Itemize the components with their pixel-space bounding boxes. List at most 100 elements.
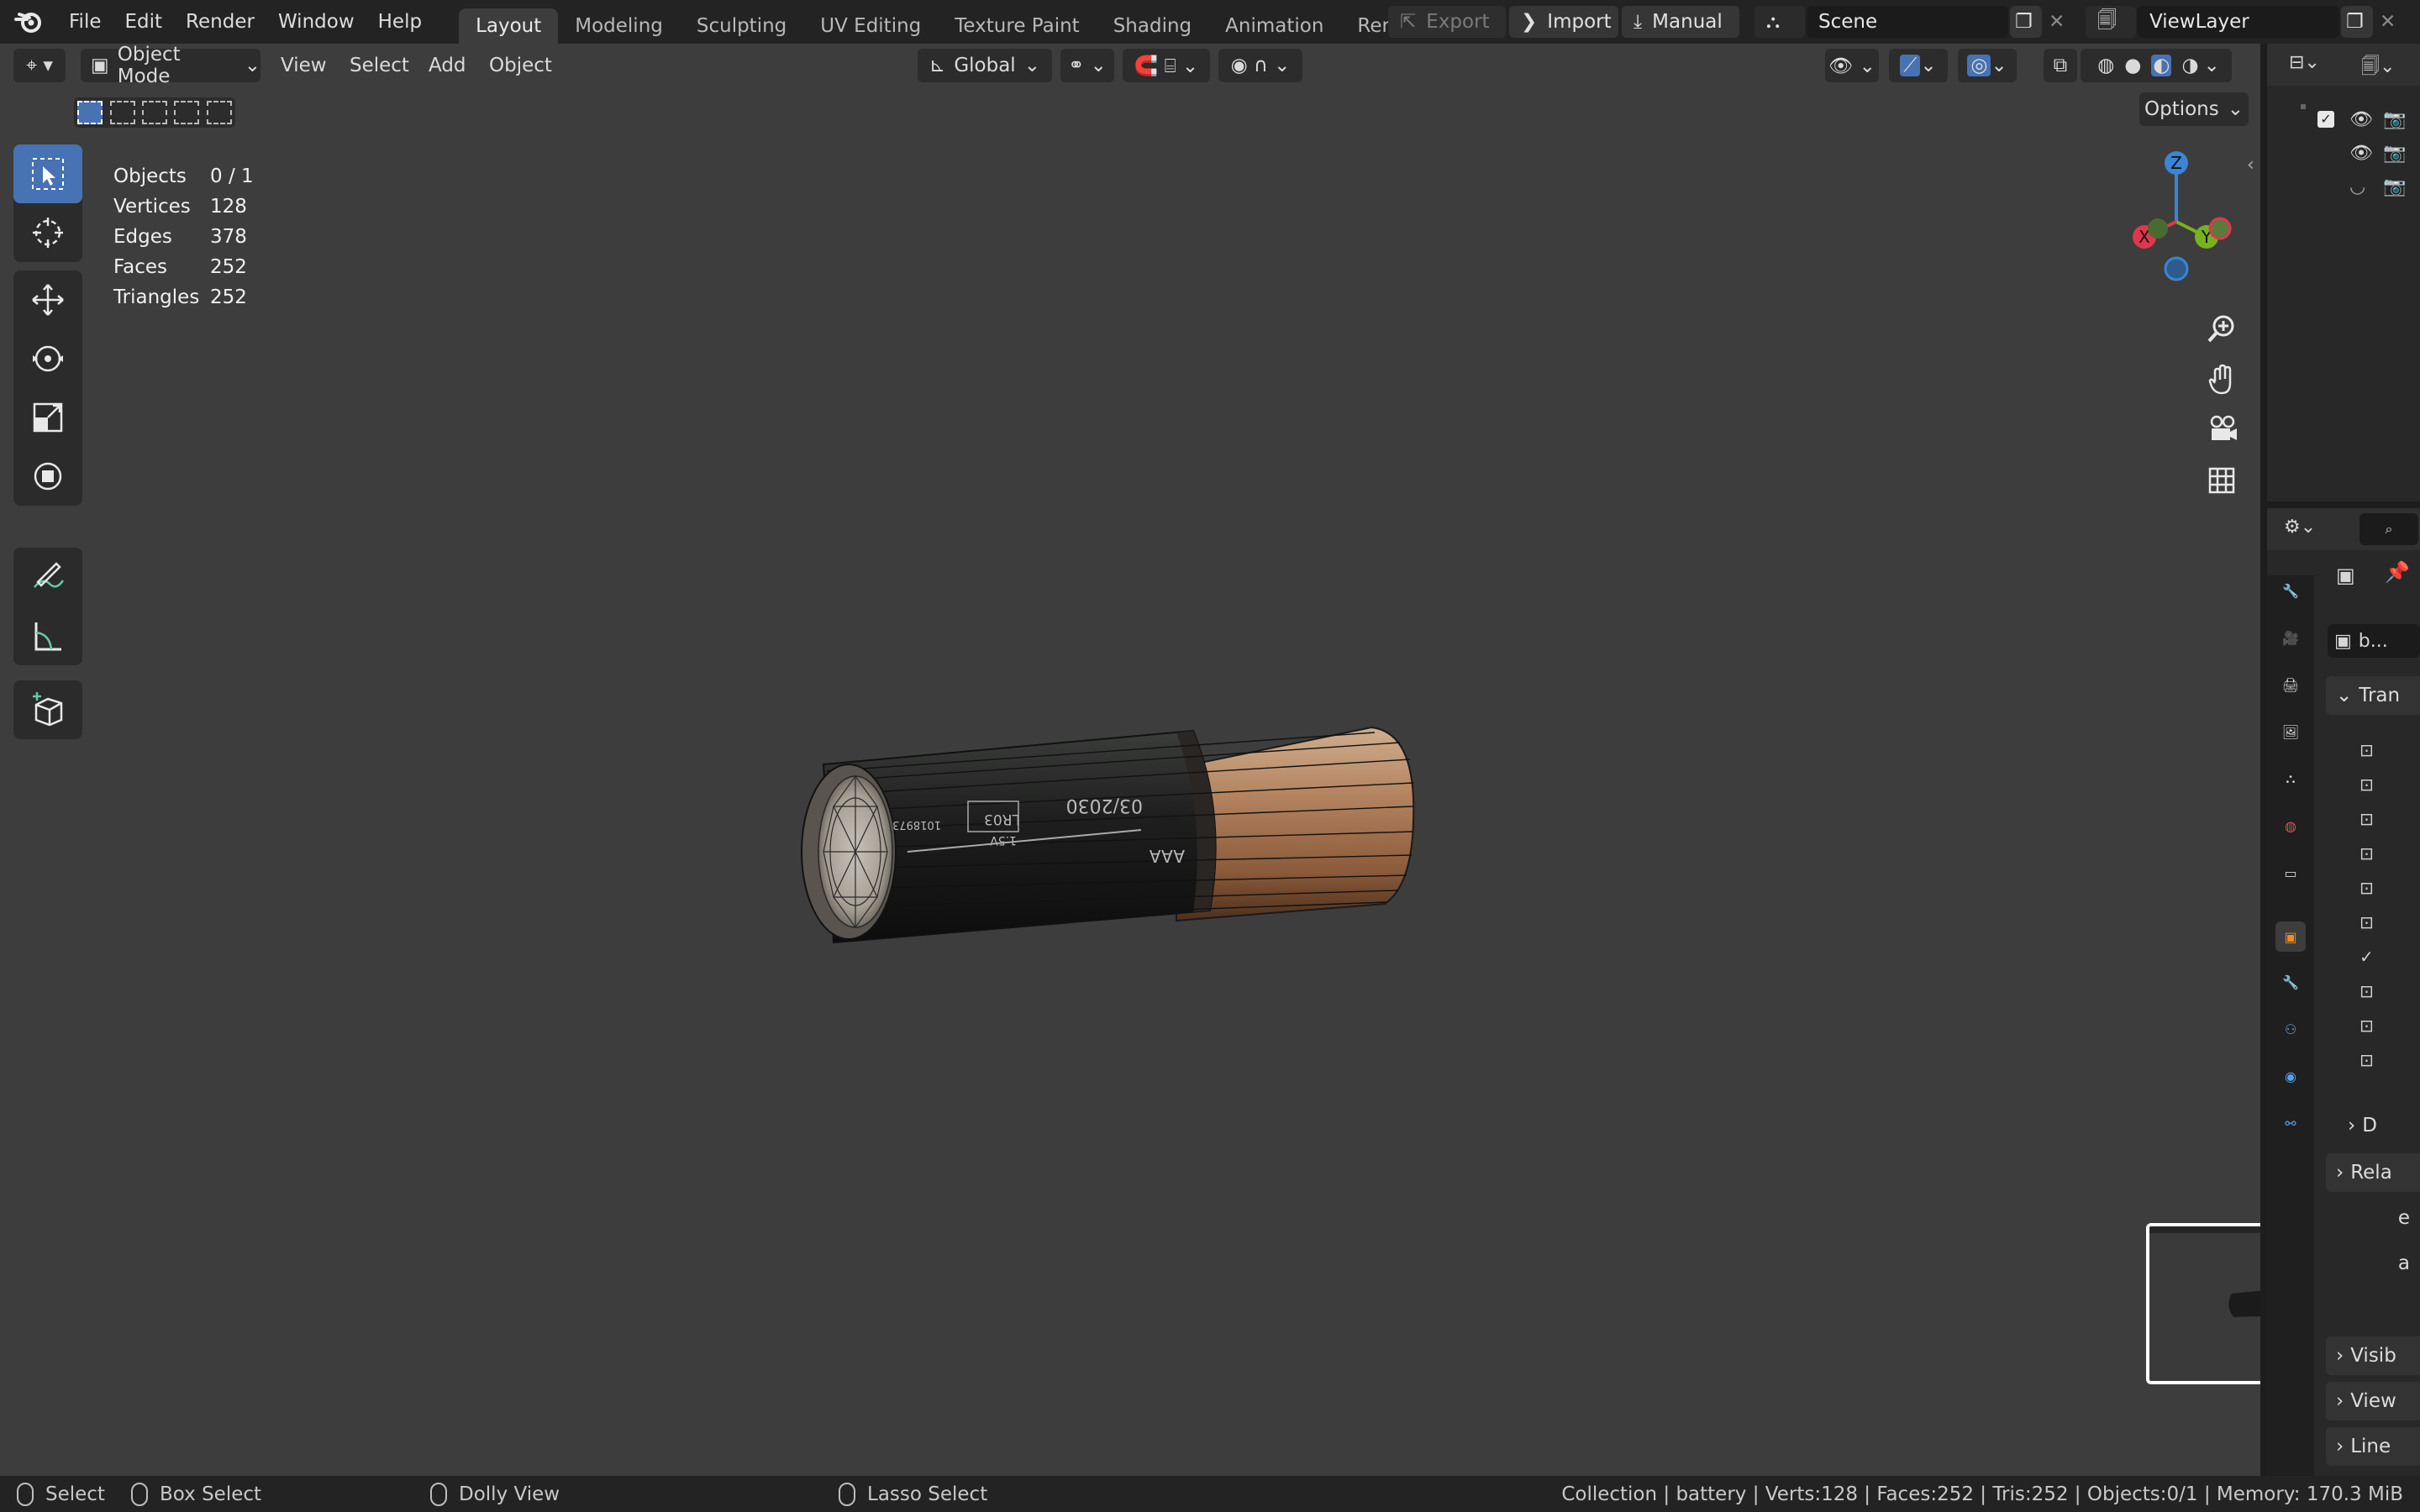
panel-instancing[interactable]: a xyxy=(2326,1244,2420,1283)
pivot-point-icon[interactable]: ⚭ ⌄ xyxy=(1060,49,1114,82)
tab-uv-editing[interactable]: UV Editing xyxy=(803,8,938,44)
measure-tool-icon[interactable] xyxy=(13,606,82,665)
select-box-tool-icon[interactable] xyxy=(13,144,82,203)
overlays-icon[interactable]: ◎ ⌄ xyxy=(1958,49,2017,82)
neg-z-axis-gizmo[interactable] xyxy=(2164,256,2189,281)
menu-add[interactable]: Add xyxy=(429,44,466,87)
sidebar-toggle-icon[interactable]: ‹ xyxy=(2247,155,2254,176)
cursor-tool-icon[interactable] xyxy=(13,203,82,262)
menu-view[interactable]: View xyxy=(281,44,327,87)
panel-line-art[interactable]: › Line xyxy=(2326,1427,2420,1466)
select-subtract-icon[interactable] xyxy=(141,101,167,124)
camera-icon[interactable]: 📷 xyxy=(2383,109,2406,130)
material-shading-icon[interactable]: ◐ xyxy=(2151,55,2172,76)
panel-visibility[interactable]: › Visib xyxy=(2326,1336,2420,1375)
filter-icon[interactable]: 🗐⌄ xyxy=(2361,52,2395,84)
delete-scene-icon[interactable]: ✕ xyxy=(2044,6,2072,38)
editor-type-icon[interactable]: ⌖ ▾ xyxy=(13,49,66,82)
camera-view-icon[interactable] xyxy=(2200,408,2244,452)
screenshot-thumbnail[interactable] xyxy=(2146,1223,2260,1384)
shading-modes[interactable]: ◍ ● ◐ ◑ ⌄ xyxy=(2081,49,2232,82)
gizmo-toggle-icon[interactable]: ⟋ ⌄ xyxy=(1889,49,1948,82)
scale-tool-icon[interactable] xyxy=(13,388,82,447)
view-layer-tab-icon[interactable]: 🖼 xyxy=(2275,717,2306,747)
neg-x-axis-gizmo[interactable] xyxy=(2208,217,2232,240)
eye-icon[interactable]: 👁 xyxy=(2349,143,2373,164)
scene-tab-icon[interactable]: ⛬ xyxy=(2275,764,2306,794)
pan-hand-icon[interactable] xyxy=(2200,358,2244,402)
wireframe-shading-icon[interactable]: ◍ xyxy=(2097,55,2114,76)
select-invert-icon[interactable] xyxy=(174,101,200,124)
transform-lock-icons[interactable]: ⊡ ⊡ ⊡ ⊡ ⊡ ⊡ ✓ ⊡ ⊡ ⊡ xyxy=(2360,733,2374,1078)
blender-logo-icon[interactable] xyxy=(0,0,57,44)
scene-name-field[interactable]: Scene xyxy=(1807,6,2008,38)
new-scene-icon[interactable]: ❐ xyxy=(2010,6,2042,38)
panel-delta-transform[interactable]: › D xyxy=(2326,1106,2420,1145)
object-name-field[interactable]: ▣ b... xyxy=(2328,624,2420,658)
transform-tool-icon[interactable] xyxy=(13,447,82,506)
neg-y-axis-gizmo[interactable] xyxy=(2148,218,2168,239)
menu-file[interactable]: File xyxy=(57,0,113,44)
ortho-grid-icon[interactable] xyxy=(2200,459,2244,502)
menu-edit[interactable]: Edit xyxy=(113,0,175,44)
proportional-editing-icon[interactable]: ◉ ∩ ⌄ xyxy=(1218,49,1302,82)
eye-closed-icon[interactable]: ◡ xyxy=(2349,176,2365,197)
camera-icon[interactable]: 📷 xyxy=(2383,176,2406,197)
collection-tab-icon[interactable]: ▭ xyxy=(2275,858,2306,888)
display-mode-icon[interactable]: ⊟⌄ xyxy=(2289,52,2320,73)
output-tab-icon[interactable]: 🖨 xyxy=(2275,669,2306,700)
snap-icon[interactable]: 🧲 ⌸ ⌄ xyxy=(1123,49,1210,82)
options-dropdown[interactable]: Options ⌄ xyxy=(2139,92,2249,126)
camera-icon[interactable]: 📷 xyxy=(2383,143,2406,164)
object-tab-icon[interactable]: ▣ xyxy=(2275,921,2306,952)
3d-viewport[interactable]: ⌖ ▾ ▣ Object Mode ⌄ View Select Add Obje… xyxy=(0,44,2260,1476)
select-new-icon[interactable] xyxy=(77,101,103,124)
rendered-shading-icon[interactable]: ◑ xyxy=(2181,55,2198,76)
tab-modeling[interactable]: Modeling xyxy=(558,8,680,44)
editor-type-icon[interactable]: ⚙⌄ xyxy=(2284,517,2316,538)
menu-render[interactable]: Render xyxy=(174,0,266,44)
mode-dropdown[interactable]: ▣ Object Mode ⌄ xyxy=(81,44,260,87)
pin-icon[interactable]: 📌 xyxy=(2385,560,2410,584)
menu-window[interactable]: Window xyxy=(266,0,366,44)
panel-viewport-display[interactable]: › View xyxy=(2326,1382,2420,1420)
manual-button[interactable]: ⤓ Manual xyxy=(1622,6,1739,38)
search-icon[interactable]: ⌕ xyxy=(2360,513,2418,545)
physics-tab-icon[interactable]: ◉ xyxy=(2275,1061,2306,1091)
menu-object[interactable]: Object xyxy=(489,44,552,87)
tab-sculpting[interactable]: Sculpting xyxy=(680,8,803,44)
tab-animation[interactable]: Animation xyxy=(1208,8,1340,44)
render-tab-icon[interactable]: 🎥 xyxy=(2275,622,2306,653)
move-tool-icon[interactable] xyxy=(13,270,82,329)
eye-icon[interactable]: 👁 xyxy=(2349,109,2373,130)
tab-shading[interactable]: Shading xyxy=(1097,8,1208,44)
particles-tab-icon[interactable]: ⚇ xyxy=(2275,1014,2306,1044)
select-intersect-icon[interactable] xyxy=(206,101,232,124)
annotate-tool-icon[interactable] xyxy=(13,548,82,606)
select-extend-icon[interactable] xyxy=(109,101,135,124)
panel-transform[interactable]: ⌄ Tran xyxy=(2326,676,2420,715)
view-layer-selector[interactable]: 🗐 xyxy=(2086,6,2136,38)
panel-relations[interactable]: › Rela xyxy=(2326,1153,2420,1192)
view-layer-field[interactable]: ViewLayer xyxy=(2138,6,2339,38)
add-cube-tool-icon[interactable] xyxy=(13,680,82,739)
panel-collections[interactable]: e xyxy=(2326,1199,2420,1237)
visibility-icon[interactable]: 👁 ⌄ xyxy=(1825,49,1879,82)
menu-select[interactable]: Select xyxy=(350,44,409,87)
orientation-dropdown[interactable]: ⊾ Global ⌄ xyxy=(918,49,1052,82)
tab-texture-paint[interactable]: Texture Paint xyxy=(938,8,1096,44)
tool-tab-icon[interactable]: 🔧 xyxy=(2275,575,2306,606)
export-button[interactable]: ⇱ Export xyxy=(1388,6,1506,38)
tab-layout[interactable]: Layout xyxy=(459,8,559,44)
constraints-tab-icon[interactable]: ⚯ xyxy=(2275,1108,2306,1138)
delete-view-layer-icon[interactable]: ✕ xyxy=(2375,6,2403,38)
checkbox-icon[interactable]: ✓ xyxy=(2317,111,2334,128)
new-view-layer-icon[interactable]: ❐ xyxy=(2341,6,2373,38)
xray-icon[interactable]: ⧉ xyxy=(2044,49,2077,82)
modifier-tab-icon[interactable]: 🔧 xyxy=(2275,967,2306,997)
battery-object[interactable]: 03/2030 LR03 1.5V AAA 1018973 xyxy=(739,665,1437,976)
solid-shading-icon[interactable]: ● xyxy=(2124,55,2141,76)
zoom-icon[interactable] xyxy=(2200,307,2244,351)
rotate-tool-icon[interactable] xyxy=(13,329,82,388)
scene-selector[interactable]: ⛬ xyxy=(1754,6,1805,38)
